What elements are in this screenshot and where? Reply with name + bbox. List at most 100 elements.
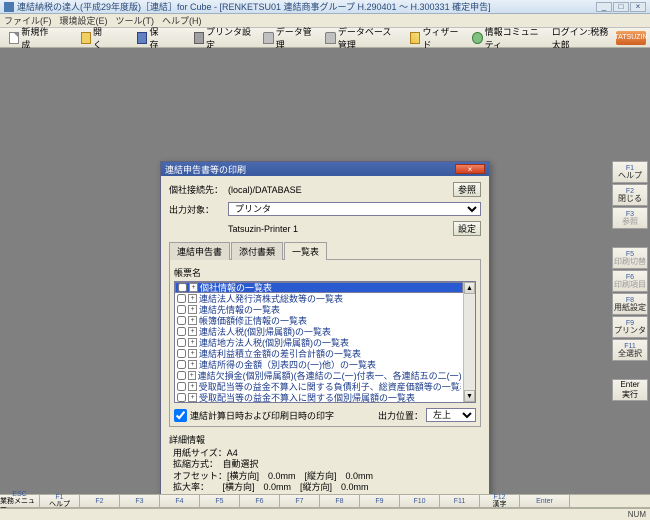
browse-button[interactable]: 参照	[453, 182, 481, 197]
title-bar: 連結納税の達人(平成29年度版)［連結］for Cube - [RENKETSU…	[0, 0, 650, 14]
dialog-title: 連結申告書等の印刷	[165, 163, 246, 176]
open-icon	[81, 32, 91, 44]
toolbar: 新規作成 開く 保存 プリンタ設定 データ管理 データベース管理 ウィザード 情…	[0, 28, 650, 48]
report-list: +個社情報の一覧表+連結法人発行済株式総数等の一覧表+連結先情報の一覧表+帳簿価…	[174, 281, 476, 403]
window-title: 連結納税の達人(平成29年度版)［連結］for Cube - [RENKETSU…	[17, 0, 491, 13]
item-checkbox[interactable]	[177, 316, 186, 325]
side-enter-execute[interactable]: Enter実行	[612, 379, 648, 401]
side-f11-selectall[interactable]: F11全選択	[612, 339, 648, 361]
fkey-f8[interactable]: F8	[320, 495, 360, 507]
database-icon	[325, 32, 335, 44]
paper-size: 用紙サイズ：A4	[173, 448, 481, 459]
datamgr-label: データ管理	[276, 25, 314, 51]
wizard-label: ウィザード	[422, 25, 460, 51]
tab-ichiran[interactable]: 一覧表	[284, 242, 327, 260]
tab-renketsu[interactable]: 連結申告書	[169, 242, 230, 260]
expand-icon[interactable]: +	[188, 305, 197, 314]
side-f6-printitems[interactable]: F6印刷項目	[612, 270, 648, 292]
side-f1-help[interactable]: F1ヘルプ	[612, 161, 648, 183]
new-icon	[9, 32, 19, 44]
wizard-icon	[410, 32, 420, 44]
item-checkbox[interactable]	[177, 338, 186, 347]
fkey-f12[interactable]: F12漢字	[480, 495, 520, 507]
function-key-bar: ESC業務メニュー F1ヘルプ F2 F3 F4 F5 F6 F7 F8 F9 …	[0, 494, 650, 508]
printer-name: Tatsuzin-Printer 1	[228, 224, 449, 234]
expand-icon[interactable]: +	[188, 393, 197, 402]
close-button[interactable]: ×	[630, 2, 646, 12]
connection-value: (local)/DATABASE	[228, 185, 449, 195]
save-label: 保存	[149, 25, 164, 51]
side-f2-close[interactable]: F2閉じる	[612, 184, 648, 206]
position-label: 出力位置：	[378, 409, 423, 422]
output-select[interactable]: プリンタ	[228, 202, 481, 216]
login-label: ログイン:税務 太郎	[552, 25, 612, 51]
fkey-f9[interactable]: F9	[360, 495, 400, 507]
app-icon	[4, 2, 14, 12]
expand-icon[interactable]: +	[188, 294, 197, 303]
minimize-button[interactable]: _	[596, 2, 612, 12]
item-checkbox[interactable]	[177, 371, 186, 380]
side-f3-browse[interactable]: F3参照	[612, 207, 648, 229]
workspace: 連結申告書等の印刷 × 個社接続先： (local)/DATABASE 参照 出…	[0, 48, 650, 494]
item-checkbox[interactable]	[177, 360, 186, 369]
scroll-down-button[interactable]: ▼	[464, 390, 475, 402]
item-checkbox[interactable]	[177, 294, 186, 303]
item-checkbox[interactable]	[177, 382, 186, 391]
expand-icon[interactable]: +	[189, 283, 198, 292]
status-bar: NUM	[0, 508, 650, 520]
settings-button[interactable]: 設定	[453, 221, 481, 236]
fkey-f4[interactable]: F4	[160, 495, 200, 507]
fkey-f2[interactable]: F2	[80, 495, 120, 507]
fkey-f10[interactable]: F10	[400, 495, 440, 507]
scale-mode: 拡縮方式： 自動選択	[173, 459, 481, 470]
side-f9-printer[interactable]: F9プリンタ	[612, 316, 648, 338]
dialog-title-bar[interactable]: 連結申告書等の印刷 ×	[161, 162, 489, 176]
save-icon	[137, 32, 147, 44]
fkey-enter[interactable]: Enter	[520, 495, 570, 507]
fkey-f1[interactable]: F1ヘルプ	[40, 495, 80, 507]
item-checkbox[interactable]	[177, 305, 186, 314]
item-checkbox[interactable]	[177, 349, 186, 358]
expand-icon[interactable]: +	[188, 371, 196, 380]
detail-header: 詳細情報	[169, 433, 481, 446]
zoom-info: 拡大率： [横方向] 0.0mm [縦方向] 0.0mm	[173, 482, 481, 493]
expand-icon[interactable]: +	[188, 382, 197, 391]
dbmgr-label: データベース管理	[338, 25, 398, 51]
side-f8-pagesetup[interactable]: F8用紙設定	[612, 293, 648, 315]
fkey-f6[interactable]: F6	[240, 495, 280, 507]
timestamp-checkbox[interactable]	[174, 409, 187, 422]
scroll-up-button[interactable]: ▲	[464, 282, 475, 294]
list-item[interactable]: +受取配当等の益金不算入に関する個別帰属額の一覧表	[175, 392, 463, 402]
expand-icon[interactable]: +	[188, 316, 197, 325]
brand-logo: TATSUZIN	[616, 31, 646, 45]
tab-tenpu[interactable]: 添付書類	[231, 242, 283, 260]
item-checkbox[interactable]	[177, 393, 186, 402]
expand-icon[interactable]: +	[188, 327, 197, 336]
position-select[interactable]: 左上	[426, 408, 476, 422]
dialog-close-button[interactable]: ×	[455, 164, 485, 174]
printset-label: プリンタ設定	[206, 25, 251, 51]
expand-icon[interactable]: +	[188, 349, 197, 358]
expand-icon[interactable]: +	[188, 360, 197, 369]
item-label: 受取配当等の益金不算入に関する個別帰属額の一覧表	[199, 391, 415, 402]
fkey-esc[interactable]: ESC業務メニュー	[0, 495, 40, 507]
maximize-button[interactable]: □	[613, 2, 629, 12]
item-checkbox[interactable]	[178, 283, 187, 292]
scrollbar[interactable]: ▲ ▼	[463, 282, 475, 402]
fkey-f3[interactable]: F3	[120, 495, 160, 507]
status-num: NUM	[628, 510, 646, 519]
expand-icon[interactable]: +	[188, 338, 197, 347]
community-label: 情報コミュニティ	[485, 25, 545, 51]
timestamp-label: 連結計算日時および印刷日時の印字	[190, 409, 334, 422]
new-label: 新規作成	[21, 25, 51, 51]
output-label: 出力対象：	[169, 203, 224, 216]
fkey-f7[interactable]: F7	[280, 495, 320, 507]
side-f5-printswitch[interactable]: F5印刷切替	[612, 247, 648, 269]
list-header: 帳票名	[174, 266, 476, 279]
open-label: 開く	[93, 25, 108, 51]
offset-info: オフセット：[横方向] 0.0mm [縦方向] 0.0mm	[173, 471, 481, 482]
print-dialog: 連結申告書等の印刷 × 個社接続先： (local)/DATABASE 参照 出…	[160, 161, 490, 500]
item-checkbox[interactable]	[177, 327, 186, 336]
fkey-f11[interactable]: F11	[440, 495, 480, 507]
fkey-f5[interactable]: F5	[200, 495, 240, 507]
